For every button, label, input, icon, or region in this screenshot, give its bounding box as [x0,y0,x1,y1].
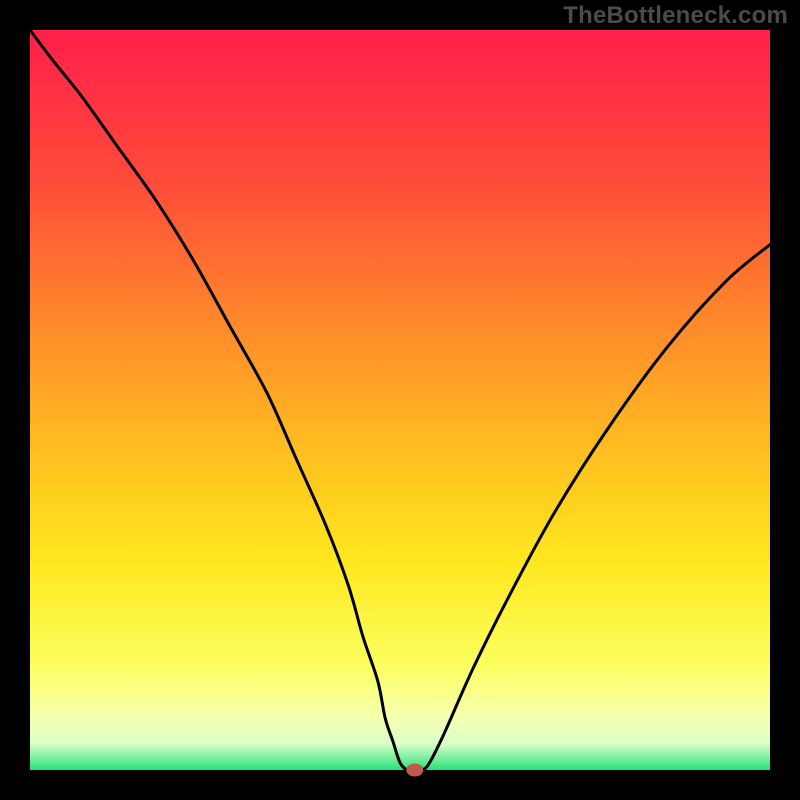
chart-frame: TheBottleneck.com [0,0,800,800]
watermark-text: TheBottleneck.com [563,2,788,30]
bottleneck-chart [0,0,800,800]
plot-background [30,30,770,770]
optimum-marker [407,764,423,776]
